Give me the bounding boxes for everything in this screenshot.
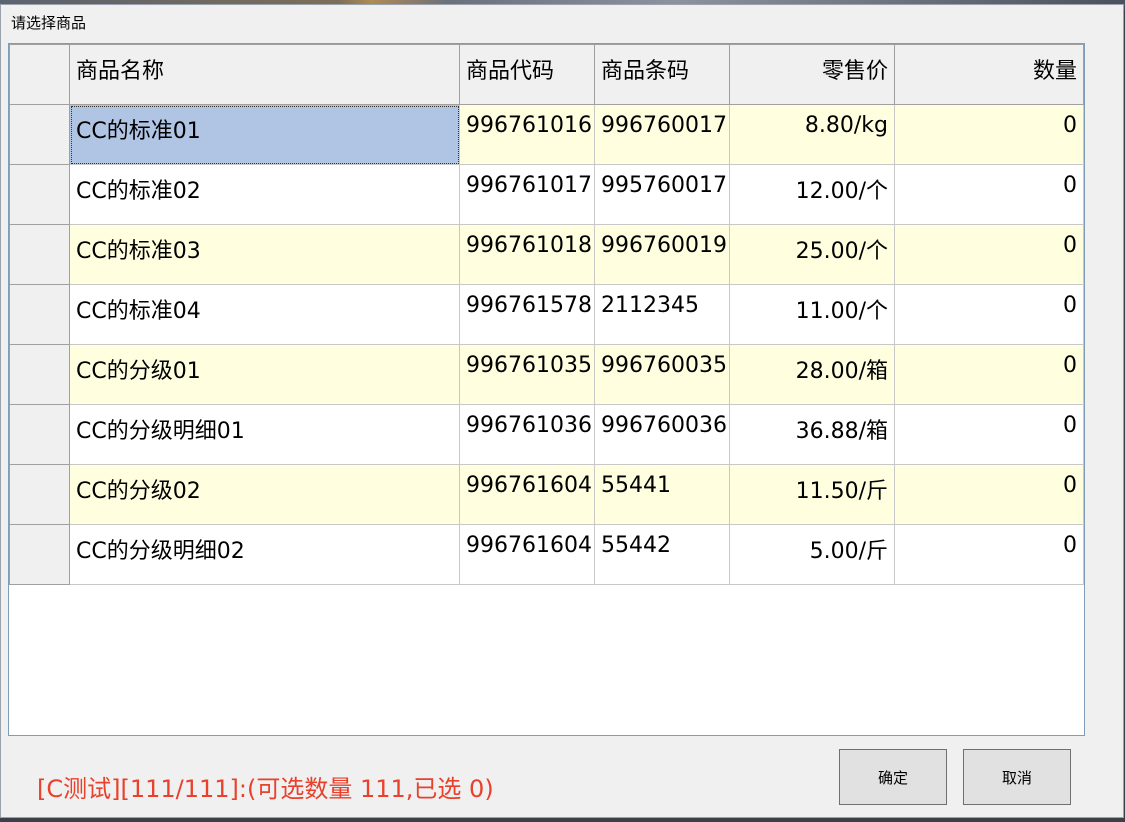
table-row[interactable]: CC的分级02 996761604 55441 11.50/斤 0 [9, 464, 1084, 525]
product-table: 商品名称 商品代码 商品条码 零售价 数量 CC的标准01 996761016 … [9, 44, 1084, 585]
row-header[interactable] [9, 164, 70, 225]
cell-quantity[interactable]: 0 [894, 464, 1084, 525]
cell-retail-price[interactable]: 25.00/个 [729, 224, 895, 285]
header-product-barcode[interactable]: 商品条码 [594, 44, 730, 105]
cell-product-code[interactable]: 996761036 [459, 404, 595, 465]
cell-product-name[interactable]: CC的标准04 [69, 284, 460, 345]
cell-product-name[interactable]: CC的分级明细02 [69, 524, 460, 585]
header-quantity[interactable]: 数量 [894, 44, 1084, 105]
row-header[interactable] [9, 284, 70, 345]
cancel-button[interactable]: 取消 [963, 749, 1071, 805]
cell-product-code[interactable]: 996761017 [459, 164, 595, 225]
header-corner[interactable] [9, 44, 70, 105]
cell-retail-price[interactable]: 36.88/箱 [729, 404, 895, 465]
row-header[interactable] [9, 404, 70, 465]
table-row[interactable]: CC的分级明细01 996761036 996760036 36.88/箱 0 [9, 404, 1084, 465]
header-product-code[interactable]: 商品代码 [459, 44, 595, 105]
row-header[interactable] [9, 464, 70, 525]
cell-product-code[interactable]: 996761604 [459, 524, 595, 585]
table-row[interactable]: CC的标准04 996761578 2112345 11.00/个 0 [9, 284, 1084, 345]
table-row[interactable]: CC的分级01 996761035 996760035 28.00/箱 0 [9, 344, 1084, 405]
cell-retail-price[interactable]: 11.50/斤 [729, 464, 895, 525]
cell-retail-price[interactable]: 12.00/个 [729, 164, 895, 225]
table-row[interactable]: CC的标准03 996761018 996760019 25.00/个 0 [9, 224, 1084, 285]
row-header[interactable] [9, 524, 70, 585]
cell-product-code[interactable]: 996761035 [459, 344, 595, 405]
cell-product-barcode[interactable]: 55442 [594, 524, 730, 585]
cell-retail-price[interactable]: 28.00/箱 [729, 344, 895, 405]
cell-product-name[interactable]: CC的分级明细01 [69, 404, 460, 465]
cell-retail-price[interactable]: 5.00/斤 [729, 524, 895, 585]
title-bar: 请选择商品 [1, 5, 1123, 41]
cell-quantity[interactable]: 0 [894, 104, 1084, 165]
table-header-row: 商品名称 商品代码 商品条码 零售价 数量 [9, 44, 1084, 105]
cell-product-code[interactable]: 996761578 [459, 284, 595, 345]
cell-quantity[interactable]: 0 [894, 344, 1084, 405]
header-product-name[interactable]: 商品名称 [69, 44, 460, 105]
row-header[interactable] [9, 344, 70, 405]
cell-product-name[interactable]: CC的标准01 [69, 104, 460, 165]
cell-product-barcode[interactable]: 2112345 [594, 284, 730, 345]
table-row[interactable]: CC的标准02 996761017 995760017 12.00/个 0 [9, 164, 1084, 225]
cell-quantity[interactable]: 0 [894, 404, 1084, 465]
row-header[interactable] [9, 104, 70, 165]
confirm-button[interactable]: 确定 [839, 749, 947, 805]
cell-product-barcode[interactable]: 995760017 [594, 164, 730, 225]
cell-product-code[interactable]: 996761016 [459, 104, 595, 165]
status-text: [C测试][111/111]:(可选数量 111,已选 0) [37, 775, 494, 803]
cell-product-barcode[interactable]: 996760019 [594, 224, 730, 285]
cell-retail-price[interactable]: 8.80/kg [729, 104, 895, 165]
table-row[interactable]: CC的分级明细02 996761604 55442 5.00/斤 0 [9, 524, 1084, 585]
table-row[interactable]: CC的标准01 996761016 996760017 8.80/kg 0 [9, 104, 1084, 165]
select-product-dialog: 请选择商品 商品名称 商品代码 商品条码 零售价 数量 CC的标准01 9967… [0, 4, 1124, 818]
cell-product-code[interactable]: 996761604 [459, 464, 595, 525]
header-retail-price[interactable]: 零售价 [729, 44, 895, 105]
cell-quantity[interactable]: 0 [894, 164, 1084, 225]
cell-product-name[interactable]: CC的标准02 [69, 164, 460, 225]
row-header[interactable] [9, 224, 70, 285]
cell-product-name[interactable]: CC的标准03 [69, 224, 460, 285]
product-grid[interactable]: 商品名称 商品代码 商品条码 零售价 数量 CC的标准01 996761016 … [8, 43, 1085, 736]
dialog-title: 请选择商品 [11, 14, 87, 32]
cell-product-barcode[interactable]: 55441 [594, 464, 730, 525]
cell-product-barcode[interactable]: 996760017 [594, 104, 730, 165]
cell-product-code[interactable]: 996761018 [459, 224, 595, 285]
cell-product-name[interactable]: CC的分级02 [69, 464, 460, 525]
cell-product-name[interactable]: CC的分级01 [69, 344, 460, 405]
cell-quantity[interactable]: 0 [894, 284, 1084, 345]
cell-quantity[interactable]: 0 [894, 524, 1084, 585]
cell-product-barcode[interactable]: 996760036 [594, 404, 730, 465]
cell-product-barcode[interactable]: 996760035 [594, 344, 730, 405]
cell-retail-price[interactable]: 11.00/个 [729, 284, 895, 345]
cell-quantity[interactable]: 0 [894, 224, 1084, 285]
